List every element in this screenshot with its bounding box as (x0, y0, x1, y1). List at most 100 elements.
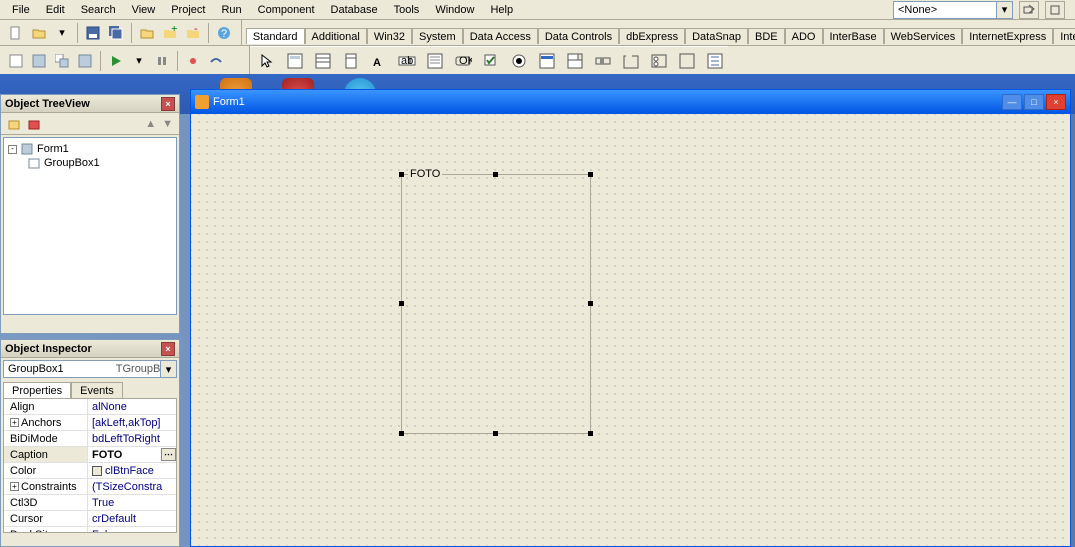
menu-search[interactable]: Search (73, 2, 124, 18)
prop-row-ctl3d[interactable]: Ctl3DTrue (4, 495, 176, 511)
resize-handle[interactable] (399, 172, 404, 177)
tab-internet[interactable]: Internet (1053, 28, 1075, 44)
tab-standard[interactable]: Standard (246, 28, 305, 44)
treeview-tool-2[interactable] (27, 117, 41, 131)
prop-row-docksite[interactable]: DockSiteFalse (4, 527, 176, 533)
pause-icon[interactable] (152, 51, 172, 71)
open-project-icon[interactable] (137, 23, 157, 43)
menu-component[interactable]: Component (250, 2, 323, 18)
resize-handle[interactable] (588, 431, 593, 436)
radiobutton-icon[interactable] (506, 48, 532, 74)
groupbox-component[interactable]: FOTO (401, 174, 591, 434)
save-all-icon[interactable] (106, 23, 126, 43)
prop-row-color[interactable]: ColorclBtnFace (4, 463, 176, 479)
new-file-icon[interactable] (6, 23, 26, 43)
save-icon[interactable] (83, 23, 103, 43)
tab-win32[interactable]: Win32 (367, 28, 412, 44)
resize-handle[interactable] (588, 172, 593, 177)
tree-node-groupbox1[interactable]: GroupBox1 (8, 156, 172, 170)
menu-edit[interactable]: Edit (38, 2, 73, 18)
close-button[interactable]: × (1046, 94, 1066, 110)
toolbar-extra-btn-2[interactable] (1045, 1, 1065, 19)
config-combo[interactable]: <None> ▾ (893, 1, 1013, 19)
treeview-body[interactable]: - Form1 GroupBox1 (3, 137, 177, 315)
tab-additional[interactable]: Additional (305, 28, 367, 44)
frames-icon[interactable] (282, 48, 308, 74)
arrow-up-icon[interactable]: ▲ (145, 118, 156, 130)
pointer-icon[interactable] (254, 48, 280, 74)
trace-into-icon[interactable] (183, 51, 203, 71)
remove-from-project-icon[interactable]: - (183, 23, 203, 43)
collapse-icon[interactable]: - (8, 145, 17, 154)
edit-icon[interactable]: ab (394, 48, 420, 74)
actionlist-icon[interactable] (702, 48, 728, 74)
treeview-tool-1[interactable] (7, 117, 21, 131)
close-icon[interactable]: × (161, 342, 175, 356)
radiogroup-icon[interactable] (646, 48, 672, 74)
tab-dbexpress[interactable]: dbExpress (619, 28, 685, 44)
tab-webservices[interactable]: WebServices (884, 28, 963, 44)
tab-data-controls[interactable]: Data Controls (538, 28, 619, 44)
memo-icon[interactable] (422, 48, 448, 74)
open-icon[interactable] (29, 23, 49, 43)
tree-node-form1[interactable]: - Form1 (8, 142, 172, 156)
listbox-icon[interactable] (534, 48, 560, 74)
toggle-form-unit-icon[interactable] (52, 51, 72, 71)
prop-row-align[interactable]: AlignalNone (4, 399, 176, 415)
form-canvas[interactable]: FOTO (191, 114, 1070, 546)
run-dropdown-icon[interactable]: ▾ (129, 51, 149, 71)
inspector-grid[interactable]: AlignalNone +Anchors[akLeft,akTop] BiDiM… (3, 398, 177, 533)
prop-row-cursor[interactable]: CursorcrDefault (4, 511, 176, 527)
open-dropdown-icon[interactable]: ▾ (52, 23, 72, 43)
menu-window[interactable]: Window (427, 2, 482, 18)
close-icon[interactable]: × (161, 97, 175, 111)
menu-project[interactable]: Project (163, 2, 213, 18)
toolbar-extra-btn-1[interactable] (1019, 1, 1039, 19)
resize-handle[interactable] (399, 301, 404, 306)
help-icon[interactable]: ? (214, 23, 234, 43)
step-over-icon[interactable] (206, 51, 226, 71)
groupbox-icon[interactable] (618, 48, 644, 74)
panel-icon[interactable] (674, 48, 700, 74)
tab-datasnap[interactable]: DataSnap (685, 28, 748, 44)
view-form-icon[interactable] (29, 51, 49, 71)
minimize-button[interactable]: — (1002, 94, 1022, 110)
ellipsis-button[interactable]: ⋯ (161, 448, 176, 461)
resize-handle[interactable] (493, 431, 498, 436)
run-icon[interactable] (106, 51, 126, 71)
checkbox-icon[interactable] (478, 48, 504, 74)
label-icon[interactable]: A (366, 48, 392, 74)
maximize-button[interactable]: □ (1024, 94, 1044, 110)
prop-row-constraints[interactable]: +Constraints(TSizeConstra (4, 479, 176, 495)
menu-database[interactable]: Database (323, 2, 386, 18)
resize-handle[interactable] (588, 301, 593, 306)
view-unit-icon[interactable] (6, 51, 26, 71)
menu-run[interactable]: Run (213, 2, 249, 18)
add-to-project-icon[interactable]: + (160, 23, 180, 43)
tab-properties[interactable]: Properties (3, 382, 71, 398)
tab-interbase[interactable]: InterBase (823, 28, 884, 44)
prop-row-bidimode[interactable]: BiDiModebdLeftToRight (4, 431, 176, 447)
tab-data-access[interactable]: Data Access (463, 28, 538, 44)
combobox-icon[interactable] (562, 48, 588, 74)
tab-events[interactable]: Events (71, 382, 123, 398)
prop-row-anchors[interactable]: +Anchors[akLeft,akTop] (4, 415, 176, 431)
tab-bde[interactable]: BDE (748, 28, 785, 44)
resize-handle[interactable] (493, 172, 498, 177)
new-form-icon[interactable] (75, 51, 95, 71)
scrollbar-icon[interactable] (590, 48, 616, 74)
menu-file[interactable]: File (4, 2, 38, 18)
menu-tools[interactable]: Tools (386, 2, 428, 18)
menu-help[interactable]: Help (482, 2, 521, 18)
resize-handle[interactable] (399, 431, 404, 436)
prop-row-caption[interactable]: CaptionFOTO⋯ (4, 447, 176, 463)
tab-internetexpress[interactable]: InternetExpress (962, 28, 1053, 44)
mainmenu-icon[interactable] (310, 48, 336, 74)
inspector-object-combo[interactable]: GroupBox1 TGroupBox ▾ (3, 360, 177, 378)
menu-view[interactable]: View (124, 2, 164, 18)
popupmenu-icon[interactable] (338, 48, 364, 74)
expand-icon[interactable]: + (10, 482, 19, 491)
tab-ado[interactable]: ADO (785, 28, 823, 44)
button-icon[interactable]: OK (450, 48, 476, 74)
form-titlebar[interactable]: Form1 — □ × (191, 90, 1070, 114)
